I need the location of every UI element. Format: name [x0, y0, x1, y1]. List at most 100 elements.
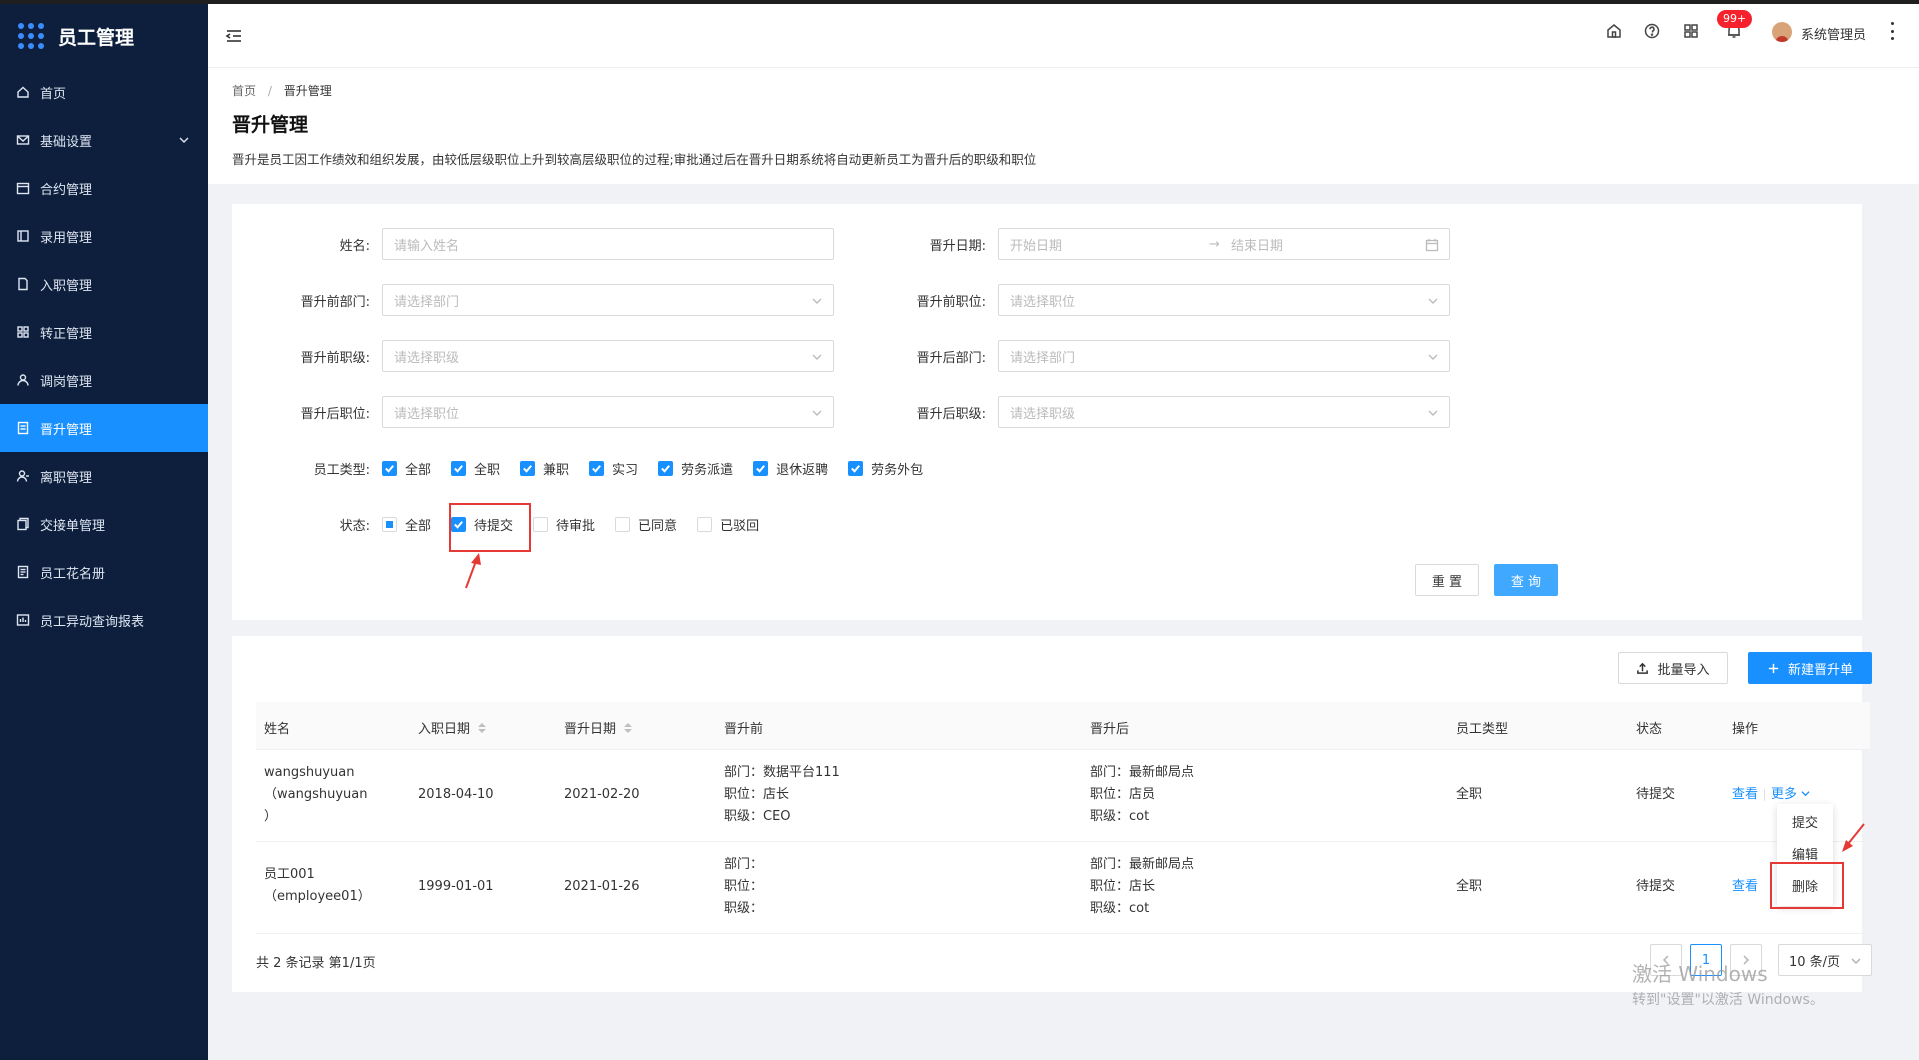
sidebar-item-10[interactable]: 员工花名册	[0, 548, 208, 596]
emp-type-checkbox-6[interactable]: 劳务外包	[848, 459, 923, 478]
highlight-box	[449, 503, 531, 552]
row-join-date: 2018-04-10	[418, 787, 494, 802]
col-promo-date[interactable]: 晋升日期	[564, 718, 633, 737]
name-input[interactable]: 请输入姓名	[382, 228, 834, 260]
page-title: 晋升管理	[232, 114, 309, 136]
sidebar-item-8[interactable]: 离职管理	[0, 452, 208, 500]
col-join-date[interactable]: 入职日期	[418, 718, 487, 737]
sidebar-item-label: 转正管理	[40, 326, 93, 342]
date-start[interactable]: 开始日期	[1010, 235, 1062, 254]
row-before-level: 职级：	[724, 901, 764, 916]
post-level-select[interactable]: 请选择职级	[998, 396, 1450, 428]
sidebar-item-5[interactable]: 转正管理	[0, 308, 208, 356]
avatar[interactable]	[1772, 22, 1792, 42]
home-icon	[16, 85, 30, 99]
user-icon	[16, 373, 30, 387]
red-arrow-icon	[465, 553, 481, 589]
emp-type-checkbox-1[interactable]: 全职	[451, 459, 500, 478]
status-checkbox-2[interactable]: 待审批	[533, 515, 595, 534]
status-checkbox-3[interactable]: 已同意	[615, 515, 677, 534]
chevron-down-icon	[1427, 295, 1439, 307]
batch-import-button[interactable]: 批量导入	[1618, 652, 1728, 684]
pre-level-select[interactable]: 请选择职级	[382, 340, 834, 372]
app-title: 员工管理	[58, 26, 135, 49]
app-grid-icon	[18, 23, 44, 49]
post-pos-select[interactable]: 请选择职位	[382, 396, 834, 428]
post-dept-select[interactable]: 请选择部门	[998, 340, 1450, 372]
row-status: 待提交	[1636, 879, 1676, 894]
emp-type-checkbox-2[interactable]: 兼职	[520, 459, 569, 478]
sidebar-item-1[interactable]: 基础设置	[0, 116, 208, 164]
pre-pos-select[interactable]: 请选择职位	[998, 284, 1450, 316]
row-before-dept: 部门：	[724, 857, 764, 872]
sidebar-item-4[interactable]: 入职管理	[0, 260, 208, 308]
sidebar-item-11[interactable]: 员工异动查询报表	[0, 596, 208, 644]
pre-pos-label: 晋升前职位:	[916, 294, 986, 310]
sidebar-item-3[interactable]: 录用管理	[0, 212, 208, 260]
menu-collapse-icon[interactable]	[224, 26, 244, 46]
home-icon[interactable]	[1605, 22, 1625, 42]
row-before-pos: 职位：	[724, 879, 764, 894]
status-checkbox-0[interactable]: 全部	[382, 515, 431, 534]
view-link[interactable]: 查看	[1732, 787, 1758, 802]
date-label: 晋升日期:	[929, 238, 986, 254]
windows-watermark: 激活 Windows 转到"设置"以激活 Windows。	[1632, 962, 1824, 1008]
table-row: 员工001 （employee01） 1999-01-01 2021-01-26…	[256, 842, 1870, 934]
emp-type-checkbox-3[interactable]: 实习	[589, 459, 638, 478]
sidebar-item-0[interactable]: 首页	[0, 68, 208, 116]
row-after-dept: 部门：最新邮局点	[1090, 857, 1195, 872]
sidebar-item-6[interactable]: 调岗管理	[0, 356, 208, 404]
date-range-picker[interactable]: 开始日期 → 结束日期	[998, 228, 1450, 260]
sort-icon	[624, 722, 633, 733]
sidebar-item-7[interactable]: 晋升管理	[0, 404, 208, 452]
breadcrumb: 首页 / 晋升管理	[232, 82, 1895, 99]
emp-type-checkbox-5[interactable]: 退休返聘	[753, 459, 828, 478]
breadcrumb-home[interactable]: 首页	[232, 84, 256, 98]
col-actions: 操作	[1732, 722, 1759, 737]
help-icon[interactable]	[1643, 22, 1663, 42]
calendar-icon	[1425, 238, 1439, 252]
row-name-sub: （employee01）	[264, 889, 371, 904]
sidebar-item-label: 合约管理	[40, 182, 93, 198]
user-name[interactable]: 系统管理员	[1801, 24, 1866, 43]
emp-type-checkbox-4[interactable]: 劳务派遣	[658, 459, 733, 478]
breadcrumb-separator: /	[267, 84, 272, 98]
post-level-label: 晋升后职级:	[916, 406, 986, 422]
sidebar-item-label: 录用管理	[40, 230, 93, 246]
date-end[interactable]: 结束日期	[1231, 235, 1283, 254]
pre-dept-select[interactable]: 请选择部门	[382, 284, 834, 316]
page-header: 首页 / 晋升管理 晋升管理 晋升是员工因工作绩效和组织发展，由较低层级职位上升…	[208, 68, 1919, 184]
chevron-down-icon	[811, 351, 823, 363]
more-vertical-icon[interactable]	[1891, 22, 1897, 40]
status-checkbox-4[interactable]: 已驳回	[697, 515, 759, 534]
row-after-level: 职级：cot	[1090, 809, 1150, 824]
checkbox-icon	[697, 516, 713, 532]
row-before-level: 职级：CEO	[724, 809, 791, 824]
row-before-pos: 职位：店长	[724, 787, 790, 802]
row-emp-type: 全职	[1456, 787, 1483, 802]
logo[interactable]: 员工管理	[0, 4, 208, 68]
row-before-dept: 部门：数据平台111	[724, 765, 840, 780]
view-link[interactable]: 查看	[1732, 879, 1758, 894]
doc-icon	[16, 421, 30, 435]
checkbox-icon	[658, 460, 674, 476]
query-button[interactable]: 查 询	[1494, 564, 1558, 596]
chevron-down-icon	[1427, 407, 1439, 419]
row-join-date: 1999-01-01	[418, 879, 494, 894]
row-promo-date: 2021-02-20	[564, 787, 640, 802]
submit-menu-item[interactable]: 提交	[1777, 808, 1833, 840]
emp-type-checkbox-0[interactable]: 全部	[382, 459, 431, 478]
more-dropdown[interactable]: 更多	[1771, 787, 1810, 802]
arrow-right-icon: →	[1209, 236, 1220, 252]
sidebar-item-9[interactable]: 交接单管理	[0, 500, 208, 548]
sidebar-item-label: 晋升管理	[40, 422, 93, 438]
reset-button[interactable]: 重 置	[1415, 564, 1479, 596]
emp-type-checkboxes: 全部 全职 兼职 实习 劳务派遣 退休返聘 劳务外包	[382, 459, 943, 478]
row-name: wangshuyuan	[264, 765, 355, 780]
sidebar-item-2[interactable]: 合约管理	[0, 164, 208, 212]
row-name-sub: （wangshuyuan	[264, 787, 368, 802]
chevron-down-icon	[811, 295, 823, 307]
apps-icon[interactable]	[1682, 22, 1702, 42]
total-records: 共 2 条记录 第1/1页	[256, 956, 376, 971]
new-promotion-button[interactable]: 新建晋升单	[1748, 652, 1872, 684]
